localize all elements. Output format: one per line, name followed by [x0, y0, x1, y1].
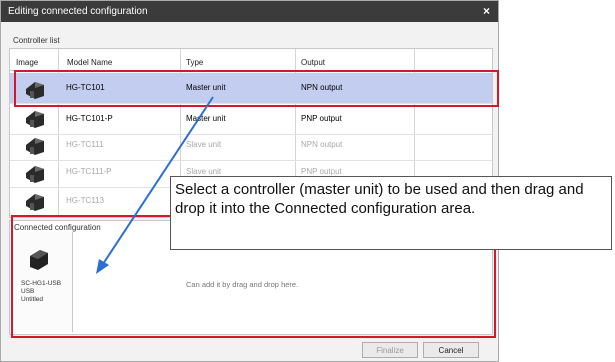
- model-name: HG-TC111: [66, 140, 104, 149]
- master-unit-highlight: [14, 70, 499, 107]
- column-header-model-name[interactable]: Model Name: [67, 58, 112, 67]
- finalize-button[interactable]: Finalize: [362, 342, 418, 358]
- instruction-callout: Select a controller (master unit) to be …: [170, 176, 612, 250]
- controller-list-label: Controller list: [13, 36, 60, 45]
- column-header-output[interactable]: Output: [301, 58, 325, 67]
- title-bar: Editing connected configuration ×: [1, 1, 498, 22]
- unit-type: Slave unit: [186, 140, 222, 149]
- output-type: NPN output: [301, 140, 343, 149]
- model-name: HG-TC111-P: [66, 167, 112, 176]
- dialog-title: Editing connected configuration: [8, 6, 148, 17]
- column-header-image[interactable]: Image: [16, 58, 38, 67]
- model-name: HG-TC113: [66, 196, 105, 205]
- controller-row[interactable]: HG-TC111 Slave unit NPN output: [10, 130, 492, 160]
- cancel-button[interactable]: Cancel: [423, 342, 479, 358]
- column-header-type[interactable]: Type: [186, 58, 203, 67]
- close-icon[interactable]: ×: [483, 1, 490, 22]
